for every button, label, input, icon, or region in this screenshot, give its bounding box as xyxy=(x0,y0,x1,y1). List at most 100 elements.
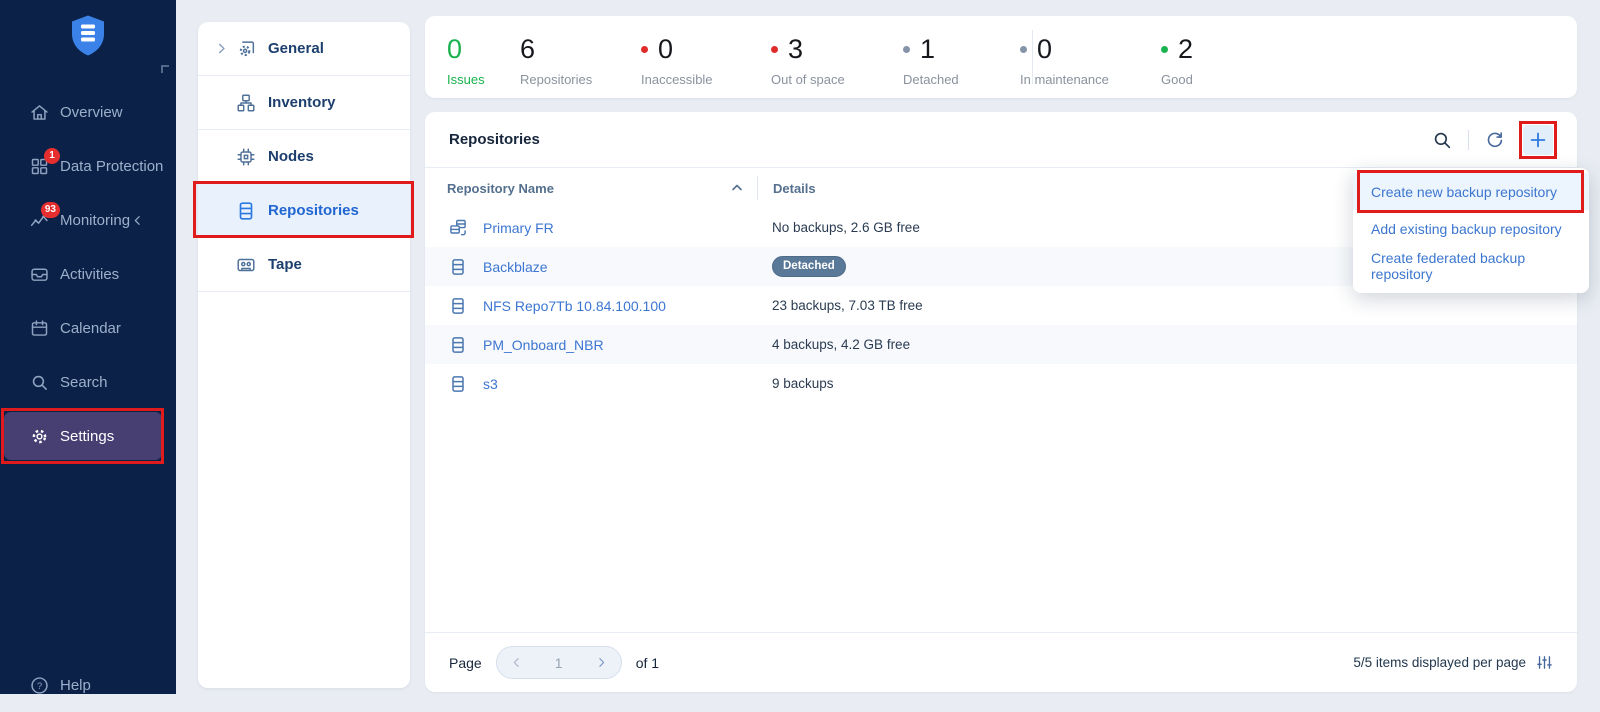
green-status-dot xyxy=(1161,46,1168,53)
repo-details-cell: 4 backups, 4.2 GB free xyxy=(757,337,910,352)
app-logo[interactable] xyxy=(0,14,176,58)
subnav-item-repositories[interactable]: Repositories xyxy=(198,184,410,238)
grid-icon: 1 xyxy=(29,156,50,177)
pulse-chart-icon: 93 xyxy=(29,210,50,231)
gray-status-dot xyxy=(903,46,910,53)
database-icon xyxy=(448,374,468,394)
database-icon xyxy=(448,296,468,316)
stat-good-value: 2 xyxy=(1178,36,1193,63)
current-page-value[interactable]: 1 xyxy=(555,655,563,671)
primary-sidebar: Overview 1 Data Protection 93 M xyxy=(0,0,176,694)
database-icon xyxy=(235,200,257,222)
subnav-item-tape[interactable]: Tape xyxy=(198,238,410,292)
stat-out-of-space: 3 Out of space xyxy=(771,33,845,87)
stat-issues-value: 0 xyxy=(447,36,462,63)
repo-name-link[interactable]: s3 xyxy=(483,376,498,392)
stat-good-label: Good xyxy=(1161,72,1193,87)
stat-inaccessible-label: Inaccessible xyxy=(641,72,713,87)
table-row[interactable]: PM_Onboard_NBR 4 backups, 4.2 GB free xyxy=(425,325,1577,364)
help-icon: ? xyxy=(29,675,50,696)
sidebar-item-label: Monitoring xyxy=(60,212,130,229)
subnav-item-nodes[interactable]: Nodes xyxy=(198,130,410,184)
menu-item-create-new-backup-repository[interactable]: Create new backup repository xyxy=(1353,173,1589,210)
primary-nav: Overview 1 Data Protection 93 M xyxy=(0,85,176,463)
sidebar-item-settings[interactable]: Settings xyxy=(4,412,162,460)
page-label: Page xyxy=(449,655,482,671)
subnav-item-inventory[interactable]: Inventory xyxy=(198,76,410,130)
pagination-control: 1 xyxy=(496,646,622,679)
subnav-item-label: Inventory xyxy=(268,94,336,111)
repo-details-cell: Detached xyxy=(757,256,846,278)
sidebar-item-label: Calendar xyxy=(60,320,121,337)
sidebar-item-label: Search xyxy=(60,374,108,391)
page-size-settings-icon[interactable] xyxy=(1536,654,1553,671)
red-status-dot xyxy=(641,46,648,53)
monitoring-badge: 93 xyxy=(41,202,60,218)
stat-out-of-space-value: 3 xyxy=(788,36,803,63)
stat-in-maintenance-value: 0 xyxy=(1037,36,1052,63)
column-name-label: Repository Name xyxy=(425,181,554,196)
database-icon xyxy=(448,257,468,277)
repo-name-link[interactable]: Primary FR xyxy=(483,220,554,236)
cpu-icon xyxy=(235,146,257,168)
database-icon xyxy=(448,335,468,355)
add-repository-menu: Create new backup repository Add existin… xyxy=(1353,168,1589,293)
sidebar-item-activities[interactable]: Activities xyxy=(0,247,176,301)
sidebar-item-calendar[interactable]: Calendar xyxy=(0,301,176,355)
column-details-label: Details xyxy=(773,181,816,196)
inbox-icon xyxy=(29,264,50,285)
stat-good: 2 Good xyxy=(1161,33,1193,87)
repo-name-link[interactable]: NFS Repo7Tb 10.84.100.100 xyxy=(483,298,666,314)
sidebar-item-monitoring[interactable]: 93 Monitoring xyxy=(0,193,176,247)
stat-repositories-label: Repositories xyxy=(520,72,592,87)
search-icon[interactable] xyxy=(1431,129,1453,151)
chevron-left-icon[interactable] xyxy=(131,214,144,227)
add-repository-button[interactable] xyxy=(1523,125,1553,155)
repo-details-cell: 9 backups xyxy=(757,376,834,391)
column-repository-name[interactable]: Repository Name xyxy=(425,168,757,208)
refresh-icon[interactable] xyxy=(1484,129,1506,151)
gear-square-icon xyxy=(235,38,257,60)
menu-item-add-existing-backup-repository[interactable]: Add existing backup repository xyxy=(1353,210,1589,247)
settings-subnav: General Inventory Nodes Reposito xyxy=(198,22,410,688)
sidebar-item-label: Data Protection xyxy=(60,158,163,175)
plus-icon xyxy=(1527,129,1549,151)
sidebar-item-data-protection[interactable]: 1 Data Protection xyxy=(0,139,176,193)
previous-page-button[interactable] xyxy=(510,656,523,669)
column-details[interactable]: Details xyxy=(757,176,816,200)
stat-in-maintenance: 0 In maintenance xyxy=(1020,33,1109,87)
total-pages-label: of 1 xyxy=(636,655,659,671)
sidebar-item-help[interactable]: ? Help xyxy=(0,658,176,712)
repo-name-cell: NFS Repo7Tb 10.84.100.100 xyxy=(425,296,757,316)
repo-details-cell: No backups, 2.6 GB free xyxy=(757,220,920,235)
stat-detached-value: 1 xyxy=(920,36,935,63)
tape-icon xyxy=(235,254,257,276)
sidebar-item-overview[interactable]: Overview xyxy=(0,85,176,139)
subnav-item-label: Tape xyxy=(268,256,302,273)
stat-inaccessible-value: 0 xyxy=(658,36,673,63)
table-row[interactable]: s3 9 backups xyxy=(425,364,1577,403)
sort-asc-icon[interactable] xyxy=(731,183,743,192)
repo-name-cell: Backblaze xyxy=(425,257,757,277)
gear-icon xyxy=(29,426,50,447)
sidebar-item-label: Settings xyxy=(60,428,114,445)
subnav-item-general[interactable]: General xyxy=(198,22,410,76)
sidebar-item-search[interactable]: Search xyxy=(0,355,176,409)
inventory-icon xyxy=(235,92,257,114)
items-per-page-label: 5/5 items displayed per page xyxy=(1353,655,1526,670)
calendar-icon xyxy=(29,318,50,339)
repo-name-link[interactable]: PM_Onboard_NBR xyxy=(483,337,604,353)
next-page-button[interactable] xyxy=(595,656,608,669)
repo-name-cell: PM_Onboard_NBR xyxy=(425,335,757,355)
chevron-right-icon xyxy=(214,41,229,56)
panel-actions xyxy=(1431,125,1553,155)
menu-item-create-federated-backup-repository[interactable]: Create federated backup repository xyxy=(1353,247,1589,284)
detached-status-badge: Detached xyxy=(772,256,846,278)
search-icon xyxy=(29,372,50,393)
repo-details-cell: 23 backups, 7.03 TB free xyxy=(757,298,923,313)
repo-name-link[interactable]: Backblaze xyxy=(483,259,548,275)
sidebar-collapse-corner-icon[interactable] xyxy=(160,64,170,74)
stat-inaccessible: 0 Inaccessible xyxy=(641,33,713,87)
repositories-summary-card: 0 Issues 6 Repositories 0 Inaccessible 3… xyxy=(425,16,1577,98)
home-icon xyxy=(29,102,50,123)
